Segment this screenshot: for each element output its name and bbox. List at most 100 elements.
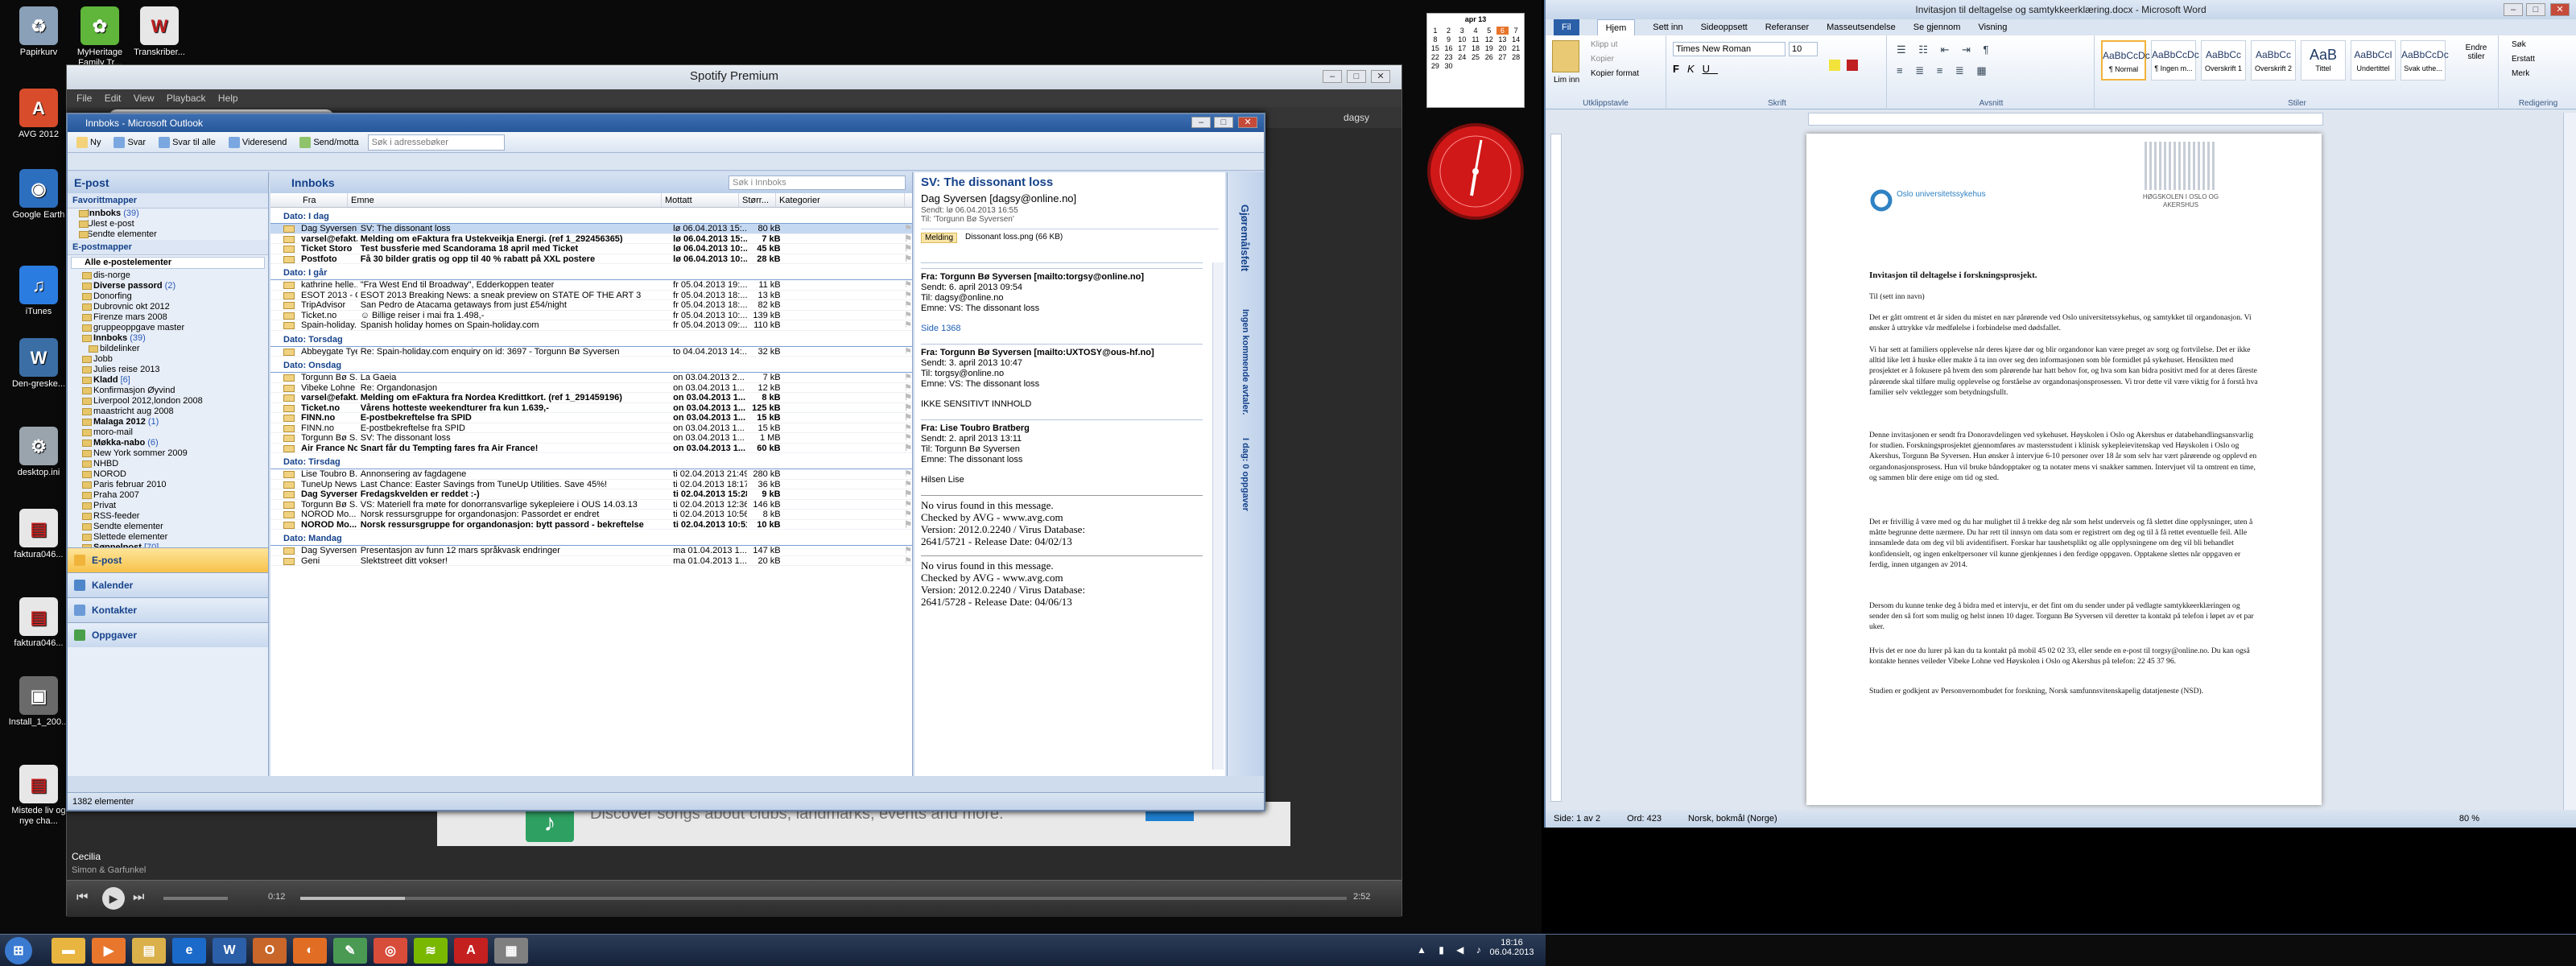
clock-tray[interactable]: 18:16 06.04.2013 bbox=[1489, 938, 1534, 957]
mailboxes-header[interactable]: E-postmapper bbox=[68, 240, 268, 255]
folder-item[interactable]: Konfirmasjon Øyvind bbox=[68, 386, 268, 396]
word-minimize-button[interactable]: – bbox=[2504, 3, 2523, 16]
folder-item[interactable]: Privat bbox=[68, 501, 268, 511]
flag-icon[interactable]: ⚑ bbox=[784, 311, 912, 320]
taskbar-app-firefox[interactable]: ◐ bbox=[293, 938, 327, 964]
outlook-minimize-button[interactable]: – bbox=[1191, 117, 1211, 128]
style-item[interactable]: AaBbCc Overskrift 2 bbox=[2251, 40, 2296, 80]
close-button[interactable]: ✕ bbox=[1371, 70, 1390, 83]
tray-icons[interactable]: ▲ ▮ ◀ ♪ bbox=[1417, 944, 1486, 956]
group-header[interactable]: Dato: Torsdag bbox=[270, 333, 912, 347]
progress-bar[interactable] bbox=[300, 897, 1347, 900]
flag-icon[interactable]: ⚑ bbox=[784, 489, 912, 498]
table-row[interactable]: Abbeygate Tye Re: Spain-holiday.com enqui… bbox=[270, 347, 912, 357]
desktop-icon[interactable]: ▤ faktura046... bbox=[8, 509, 69, 560]
calendar-day[interactable]: 15 bbox=[1429, 44, 1442, 52]
desktop-icon[interactable]: ✿ MyHeritage Family Tr... bbox=[69, 6, 130, 68]
all-items-select[interactable]: Alle e-postelementer bbox=[71, 257, 265, 269]
flag-icon[interactable]: ⚑ bbox=[784, 347, 912, 356]
group-header[interactable]: Dato: I går bbox=[270, 266, 912, 280]
paste-label[interactable]: Lim inn bbox=[1554, 76, 1579, 85]
calendar-day[interactable]: 1 bbox=[1429, 27, 1442, 35]
calendar-day[interactable]: 9 bbox=[1443, 35, 1455, 43]
tab-mailings[interactable]: Masseutsendelse bbox=[1827, 19, 1896, 35]
flag-icon[interactable]: ⚑ bbox=[784, 444, 912, 452]
table-row[interactable]: varsel@efakt... Melding om eFaktura fra U… bbox=[270, 234, 912, 244]
table-row[interactable]: FINN.no E-postbekreftelse fra SPID on 03.0… bbox=[270, 413, 912, 423]
flag-icon[interactable]: ⚑ bbox=[784, 393, 912, 402]
font-color-icon[interactable] bbox=[1847, 60, 1858, 71]
copy-button[interactable]: Kopier bbox=[1591, 55, 1614, 64]
calendar-day[interactable]: 7 bbox=[1509, 27, 1522, 35]
flag-icon[interactable]: ⚑ bbox=[784, 234, 912, 243]
style-item[interactable]: AaBbCcDc ¶ Ingen m... bbox=[2151, 40, 2199, 80]
calendar-day[interactable]: 10 bbox=[1455, 35, 1468, 43]
style-item[interactable]: AaBbCc Overskrift 1 bbox=[2201, 40, 2246, 80]
folder-item[interactable]: Paris februar 2010 bbox=[68, 480, 268, 490]
play-icon[interactable]: ▶ bbox=[102, 887, 125, 910]
word-scrollbar[interactable] bbox=[2563, 113, 2576, 810]
tab-review[interactable]: Se gjennom bbox=[1913, 19, 1961, 35]
table-row[interactable]: Postfoto Få 30 bilder gratis og opp til 4… bbox=[270, 254, 912, 264]
taskbar-app-misc[interactable]: ▦ bbox=[494, 938, 528, 964]
flag-icon[interactable]: ⚑ bbox=[784, 403, 912, 412]
folder-item[interactable]: Dubrovnic okt 2012 bbox=[68, 302, 268, 312]
tab-file[interactable]: Fil bbox=[1554, 19, 1579, 35]
col-subject[interactable]: Emne bbox=[348, 193, 662, 207]
flag-icon[interactable]: ⚑ bbox=[784, 413, 912, 422]
status-page[interactable]: Side: 1 av 2 bbox=[1554, 814, 1600, 824]
menu-file[interactable]: File bbox=[76, 93, 92, 104]
folder-item[interactable]: Jobb bbox=[68, 354, 268, 365]
desktop-icon[interactable]: ♻ Papirkurv bbox=[8, 6, 69, 58]
group-header[interactable]: Dato: Onsdag bbox=[270, 359, 912, 373]
calendar-day[interactable]: 4 bbox=[1469, 27, 1482, 35]
calendar-day[interactable]: 26 bbox=[1483, 53, 1496, 61]
table-row[interactable]: NOROD Mo... Norsk ressursgruppe for organ… bbox=[270, 520, 912, 530]
desktop-icon[interactable]: W Transkriber... bbox=[129, 6, 190, 58]
calendar-day[interactable]: 13 bbox=[1496, 35, 1509, 43]
folder-item[interactable]: Møkka-nabo (6) bbox=[68, 438, 268, 448]
desktop-icon[interactable]: ▤ faktura046... bbox=[8, 597, 69, 649]
taskbar-app-outlook[interactable]: O bbox=[253, 938, 287, 964]
folder-item[interactable]: Praha 2007 bbox=[68, 490, 268, 501]
flag-icon[interactable]: ⚑ bbox=[784, 300, 912, 309]
font-name-select[interactable]: Times New Roman bbox=[1673, 42, 1785, 56]
tab-layout[interactable]: Sideoppsett bbox=[1701, 19, 1748, 35]
outlook-maximize-button[interactable]: □ bbox=[1214, 117, 1233, 128]
folder-item[interactable]: Firenze mars 2008 bbox=[68, 312, 268, 323]
flag-icon[interactable]: ⚑ bbox=[784, 291, 912, 299]
desktop-icon[interactable]: ⚙ desktop.ini bbox=[8, 427, 69, 478]
select-button[interactable]: Merk bbox=[2512, 69, 2529, 78]
flag-icon[interactable]: ⚑ bbox=[784, 280, 912, 289]
change-styles-button[interactable]: Endre stiler bbox=[2458, 43, 2494, 61]
reply-button[interactable]: Svar bbox=[109, 134, 150, 151]
new-button[interactable]: Ny bbox=[72, 134, 105, 151]
flag-icon[interactable]: ⚑ bbox=[784, 254, 912, 263]
folder-item[interactable]: Kladd [6] bbox=[68, 375, 268, 386]
format-painter-button[interactable]: Kopier format bbox=[1591, 69, 1639, 78]
calendar-day[interactable]: 18 bbox=[1469, 44, 1482, 52]
folder-item[interactable]: dis-norge bbox=[68, 270, 268, 281]
paste-icon[interactable] bbox=[1552, 40, 1579, 72]
folder-item[interactable]: moro-mail bbox=[68, 427, 268, 438]
taskbar-app-start[interactable]: ⊞ bbox=[5, 937, 32, 964]
horizontal-ruler[interactable] bbox=[1808, 113, 2323, 126]
flag-icon[interactable]: ⚑ bbox=[784, 520, 912, 529]
volume-slider[interactable] bbox=[163, 897, 228, 900]
calendar-day[interactable]: 27 bbox=[1496, 53, 1509, 61]
calendar-day[interactable]: 19 bbox=[1483, 44, 1496, 52]
calendar-day[interactable]: 30 bbox=[1443, 62, 1455, 70]
document-page[interactable]: Oslo universitetssykehus HØGSKOLEN I OSL… bbox=[1806, 134, 2322, 805]
table-row[interactable]: Lise Toubro B... Annonsering av fagdagene… bbox=[270, 469, 912, 480]
folder-item[interactable]: Donorfing bbox=[68, 291, 268, 302]
col-received[interactable]: Mottatt bbox=[662, 193, 739, 207]
table-row[interactable]: Torgunn Bø S... SV: The dissonant loss on … bbox=[270, 433, 912, 444]
taskbar-app-paint[interactable]: ✎ bbox=[333, 938, 367, 964]
menu-view[interactable]: View bbox=[134, 93, 155, 104]
flag-icon[interactable]: ⚑ bbox=[784, 373, 912, 382]
favorite-item[interactable]: Ulest e-post bbox=[68, 219, 268, 229]
table-row[interactable]: Ticket.no Vårens hotteste weekendturer fr… bbox=[270, 403, 912, 413]
tab-view[interactable]: Visning bbox=[1978, 19, 2007, 35]
flag-icon[interactable]: ⚑ bbox=[784, 556, 912, 565]
desktop-icon[interactable]: ◉ Google Earth bbox=[8, 169, 69, 221]
